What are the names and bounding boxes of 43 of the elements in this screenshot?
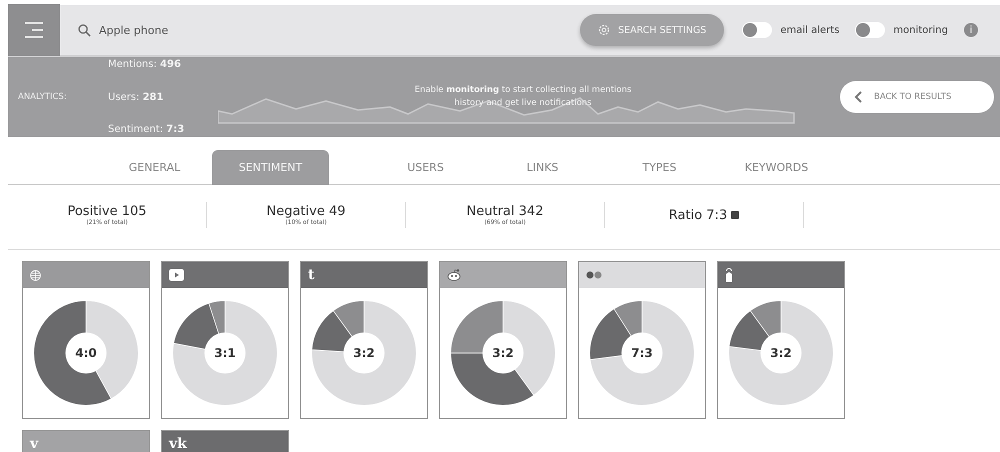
menu-icon	[23, 22, 45, 38]
tab[interactable]: KEYWORDS	[718, 150, 835, 185]
search-field[interactable]: Apple phone	[99, 24, 168, 36]
summary-title: Negative 49	[266, 204, 346, 219]
toggle-label: monitoring	[893, 24, 948, 36]
logo-letter: v	[30, 436, 38, 452]
tab[interactable]: SENTIMENT	[212, 150, 329, 185]
ratio-label: 3:1	[214, 346, 236, 360]
analytics-label: ANALYTICS:	[17, 92, 68, 102]
ratio-label: 3:2	[770, 346, 792, 360]
tab[interactable]: GENERAL	[96, 150, 213, 185]
tab[interactable]: TYPES	[601, 150, 718, 185]
analytics-stat: Mentions: 496	[108, 59, 182, 70]
chevron-left-icon	[854, 91, 862, 103]
ratio-label: 3:2	[353, 346, 375, 360]
toggle-switch[interactable]	[742, 22, 772, 38]
square-icon	[731, 211, 740, 219]
toggle-switch[interactable]	[855, 22, 886, 38]
tag-icon	[725, 268, 733, 282]
ratio-label: 3:2	[492, 346, 514, 360]
globe-icon	[30, 270, 41, 280]
logo-letter: t	[308, 267, 314, 283]
analytics-stat: Users: 281	[108, 92, 164, 102]
analytics-stat: Sentiment: 7:3	[108, 124, 186, 135]
logo-letter: vk	[169, 436, 187, 452]
summary-title: Neutral 342	[466, 204, 544, 219]
ratio-label: 7:3	[631, 346, 653, 360]
search-settings-button[interactable]: SEARCH SETTINGS	[580, 14, 724, 46]
tab[interactable]: USERS	[367, 150, 484, 185]
robot-icon	[447, 269, 461, 281]
search-icon	[78, 24, 91, 36]
toggle-label: email alerts	[780, 24, 840, 36]
ratio-label: 4:0	[75, 346, 97, 360]
summary-title: Ratio 7:3	[668, 208, 728, 222]
menu-button[interactable]	[8, 4, 60, 56]
monitoring-notice: Enable monitoring to start collecting all mentions history and get live notifications	[414, 84, 632, 110]
play-icon	[169, 269, 184, 281]
back-to-results-button[interactable]: BACK TO RESULTS	[840, 81, 994, 113]
two-dots-icon	[586, 271, 602, 279]
info-icon[interactable]: i	[964, 23, 978, 37]
gear-icon	[598, 24, 610, 36]
summary-title: Positive 105	[67, 204, 147, 219]
tab[interactable]: LINKS	[484, 150, 601, 185]
